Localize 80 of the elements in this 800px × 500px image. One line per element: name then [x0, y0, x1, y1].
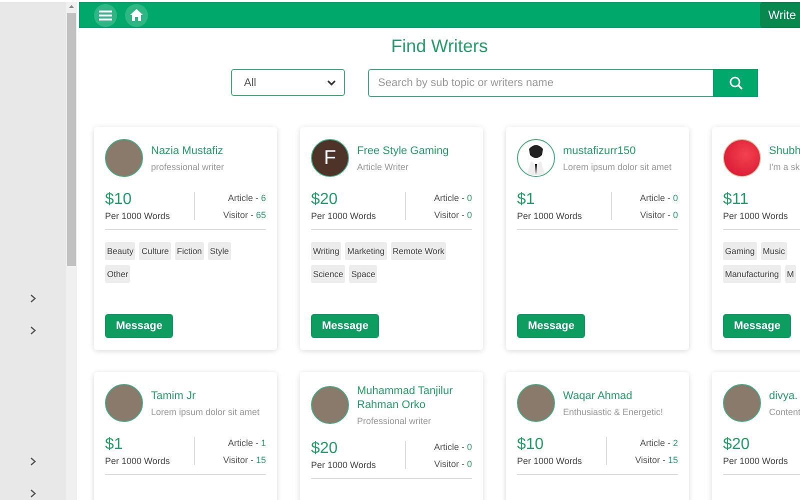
stat-text: Article - 2	[640, 438, 678, 448]
avatar-photo	[105, 384, 143, 422]
chevron-down-icon	[327, 80, 336, 86]
avatar-photo	[723, 384, 761, 422]
price-unit: Per 1000 Words	[311, 460, 376, 470]
search-button[interactable]	[713, 69, 758, 97]
price-unit: Per 1000 Words	[105, 456, 170, 466]
topic-tag: Style	[208, 242, 231, 260]
writer-subtitle: Lorem ipsum dolor sit amet	[151, 407, 260, 417]
price-unit: Per 1000 Words	[311, 211, 376, 221]
topic-tag: Music	[760, 242, 787, 260]
topic-tag: Culture	[139, 242, 171, 260]
message-button[interactable]: Message	[105, 314, 174, 338]
price: $10	[105, 191, 133, 209]
home-icon	[130, 9, 143, 21]
writer-subtitle: professional writer	[151, 162, 224, 172]
topic-tag: Space	[349, 265, 378, 283]
message-button[interactable]: Message	[517, 314, 586, 338]
stat-text: Visitor - 15	[635, 454, 678, 464]
home-button[interactable]	[125, 4, 148, 26]
price: $20	[723, 436, 751, 454]
price: $10	[517, 436, 545, 454]
writer-subtitle: Article Writer	[357, 162, 410, 172]
price-unit: Per 1000 Words	[105, 211, 170, 221]
write-button[interactable]: Write	[760, 2, 800, 28]
stat-text: Article - 0	[434, 192, 472, 202]
price: $1	[517, 191, 536, 209]
menu-icon	[99, 10, 112, 20]
stat-text: Visitor - 0	[434, 210, 472, 220]
topic-tag: M	[784, 265, 796, 283]
price: $20	[311, 440, 339, 458]
price: $20	[311, 191, 339, 209]
topic-tag: Remote Work	[390, 242, 446, 260]
price-unit: Per 1000 Words	[517, 456, 582, 466]
writer-name[interactable]: Waqar Ahmad	[563, 389, 664, 403]
search-icon	[728, 76, 742, 90]
price-unit: Per 1000 Words	[723, 456, 788, 466]
topic-tag: Fiction	[174, 242, 204, 260]
stat-text: Article - 6	[228, 192, 266, 202]
avatar-circle	[723, 139, 761, 177]
avatar-photo	[517, 384, 555, 422]
message-button[interactable]: Message	[311, 314, 380, 338]
category-select[interactable]: All	[231, 69, 345, 96]
search-field[interactable]: Search by sub topic or writers name	[368, 69, 713, 97]
message-button[interactable]: Message	[723, 314, 792, 338]
stat-text: Article - 0	[434, 442, 472, 452]
price-unit: Per 1000 Words	[517, 211, 582, 221]
topic-tag: Writing	[311, 242, 342, 260]
price-unit: Per 1000 Words	[723, 211, 788, 221]
writer-subtitle: Lorem ipsum dolor sit amet	[563, 162, 672, 172]
scrollbar-thumb[interactable]	[67, 13, 76, 266]
stat-text: Article - 1	[228, 438, 266, 448]
avatar-letter: F	[311, 139, 349, 177]
writer-subtitle: I'm a sk	[769, 162, 800, 172]
price: $11	[723, 191, 750, 209]
topic-tag: Other	[105, 265, 130, 283]
topic-tag: Beauty	[105, 242, 136, 260]
topic-tag: Gaming	[723, 242, 757, 260]
stat-text: Visitor - 15	[223, 454, 266, 464]
writer-name[interactable]: Free Style Gaming	[357, 144, 449, 158]
writer-name[interactable]: divya.	[769, 389, 800, 403]
writer-name[interactable]: Tamim Jr	[151, 389, 260, 403]
stat-text: Visitor - 0	[434, 458, 472, 468]
page-title: Find Writers	[390, 36, 489, 57]
menu-button[interactable]	[94, 4, 117, 26]
topic-tag: Manufacturing	[723, 265, 781, 283]
stat-text: Article - 0	[640, 192, 678, 202]
avatar-photo	[105, 139, 143, 177]
avatar-photo	[311, 386, 349, 424]
topic-tag: Marketing	[345, 242, 387, 260]
writer-name[interactable]: Muhammad Tanjilur Rahman Orko	[357, 384, 472, 412]
stat-text: Visitor - 0	[640, 210, 678, 220]
writer-name[interactable]: Shubh	[769, 144, 800, 158]
writer-name[interactable]: Nazia Mustafiz	[151, 144, 224, 158]
writer-subtitle: Professional writer	[357, 416, 432, 426]
writer-name[interactable]: mustafizurr150	[563, 144, 672, 158]
writer-subtitle: Enthusiastic & Energetic!	[563, 407, 664, 417]
price: $1	[105, 436, 124, 454]
stat-text: Visitor - 65	[223, 210, 266, 220]
topic-tag: Science	[311, 265, 346, 283]
